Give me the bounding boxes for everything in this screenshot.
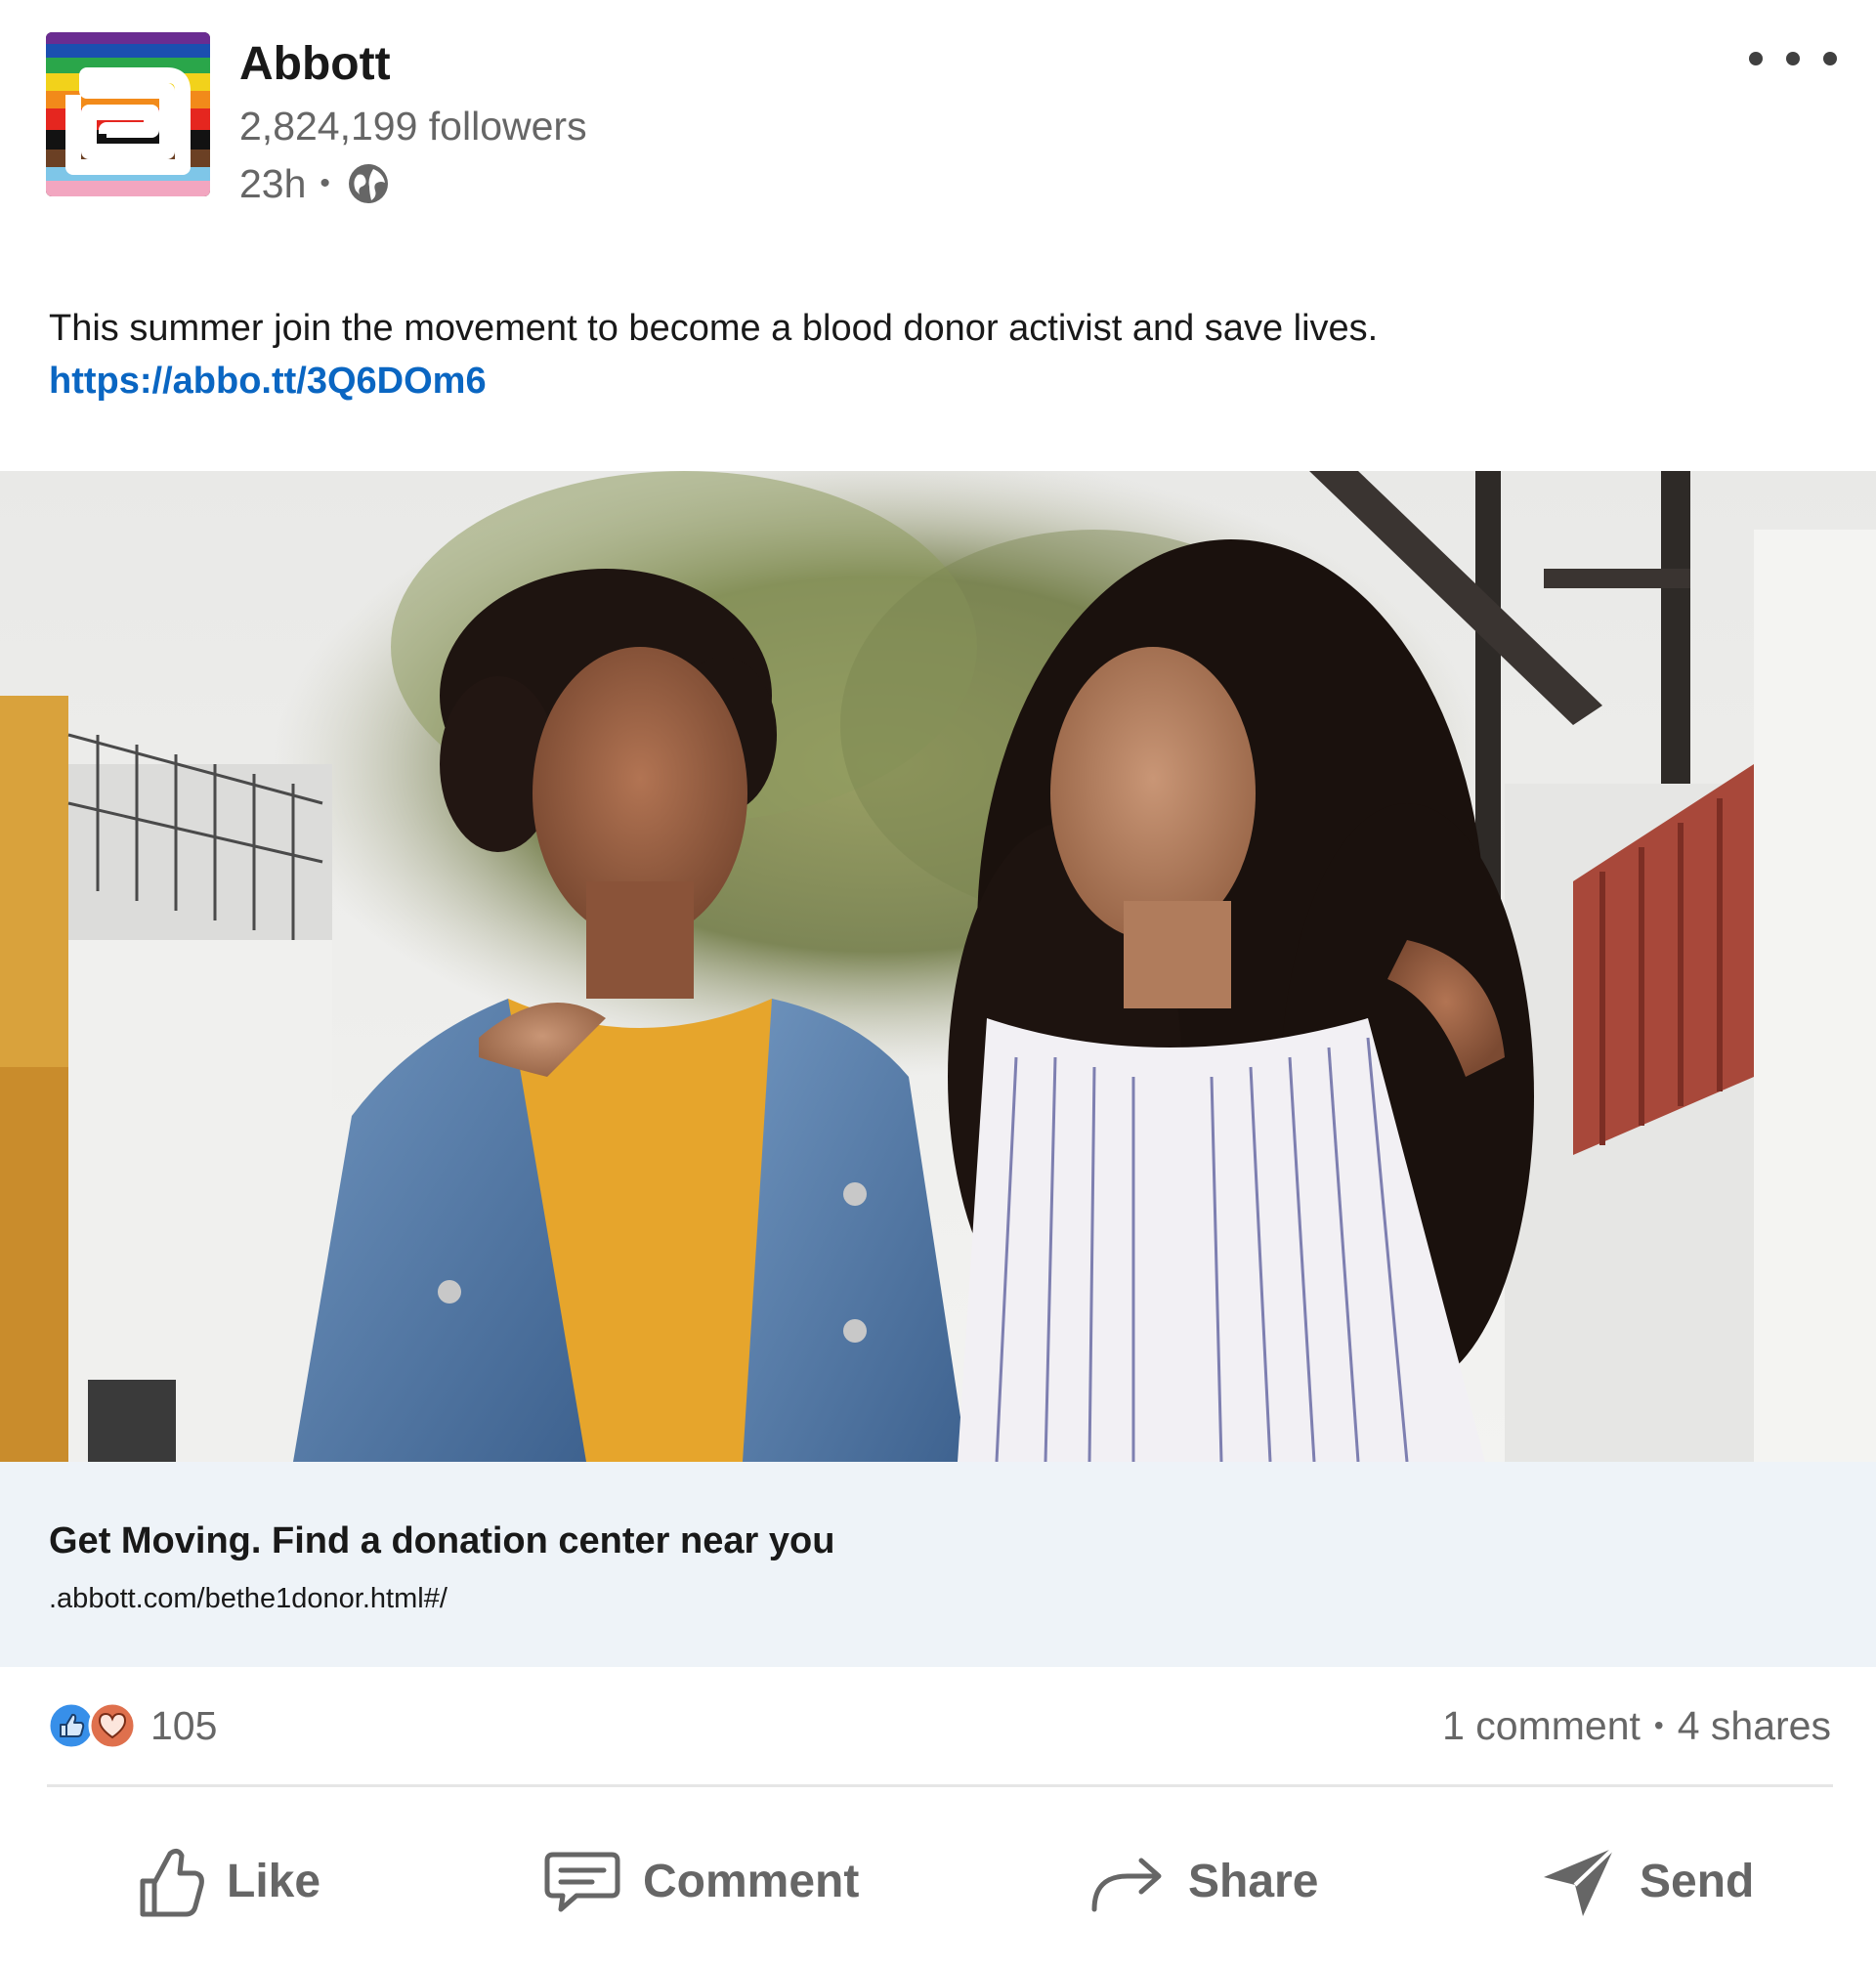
- like-label: Like: [227, 1855, 321, 1907]
- divider: [47, 1784, 1833, 1787]
- thumbs-up-icon: [140, 1848, 204, 1917]
- share-label: Share: [1188, 1855, 1319, 1907]
- comment-button[interactable]: Comment: [543, 1837, 859, 1925]
- comment-icon: [544, 1852, 620, 1912]
- send-label: Send: [1640, 1855, 1755, 1907]
- like-button[interactable]: Like: [137, 1837, 320, 1925]
- link-preview-card[interactable]: Get Moving. Find a donation center near …: [0, 1462, 1876, 1667]
- post-image[interactable]: [0, 471, 1876, 1462]
- more-dot: [1786, 52, 1800, 65]
- more-horizontal-icon: [1749, 52, 1763, 65]
- share-button[interactable]: Share: [1088, 1837, 1318, 1925]
- share-arrow-icon: [1091, 1858, 1162, 1912]
- send-paper-plane-icon: [1544, 1846, 1616, 1916]
- send-button[interactable]: Send: [1540, 1837, 1754, 1925]
- link-preview-title: Get Moving. Find a donation center near …: [49, 1520, 835, 1561]
- more-dot: [1823, 52, 1837, 65]
- post-header: Abbott 2,824,199 followers 23h •: [0, 0, 1876, 225]
- count-separator: •: [1653, 1710, 1664, 1740]
- more-options-button[interactable]: [1749, 39, 1837, 78]
- reaction-icons: [47, 1699, 141, 1752]
- comments-shares: 1 comment • 4 shares: [1442, 1696, 1831, 1755]
- company-name[interactable]: Abbott: [239, 35, 391, 94]
- comment-count-link[interactable]: 1 comment: [1442, 1703, 1641, 1749]
- globe-icon: [344, 159, 393, 208]
- post-text: This summer join the movement to become …: [49, 308, 1379, 349]
- follower-count: 2,824,199 followers: [239, 104, 587, 149]
- post-time: 23h: [239, 160, 307, 206]
- link-preview-url: .abbott.com/bethe1donor.html#/: [49, 1583, 448, 1614]
- post-link[interactable]: https://abbo.tt/3Q6DOm6: [49, 354, 487, 408]
- reaction-count: 105: [150, 1702, 218, 1748]
- meta-separator: •: [320, 167, 330, 199]
- abbott-logo-icon: [46, 32, 210, 196]
- share-count-link[interactable]: 4 shares: [1678, 1703, 1831, 1749]
- reactions-summary[interactable]: 105: [47, 1696, 217, 1755]
- comment-label: Comment: [643, 1855, 860, 1907]
- photo-two-women: [0, 471, 1876, 1462]
- company-logo[interactable]: [46, 32, 210, 196]
- post-meta: 23h •: [239, 156, 393, 211]
- social-counts: 105 1 comment • 4 shares: [0, 1667, 1876, 1784]
- love-reaction-icon: [88, 1701, 137, 1750]
- action-bar: Like Comment Share Send: [0, 1798, 1876, 1967]
